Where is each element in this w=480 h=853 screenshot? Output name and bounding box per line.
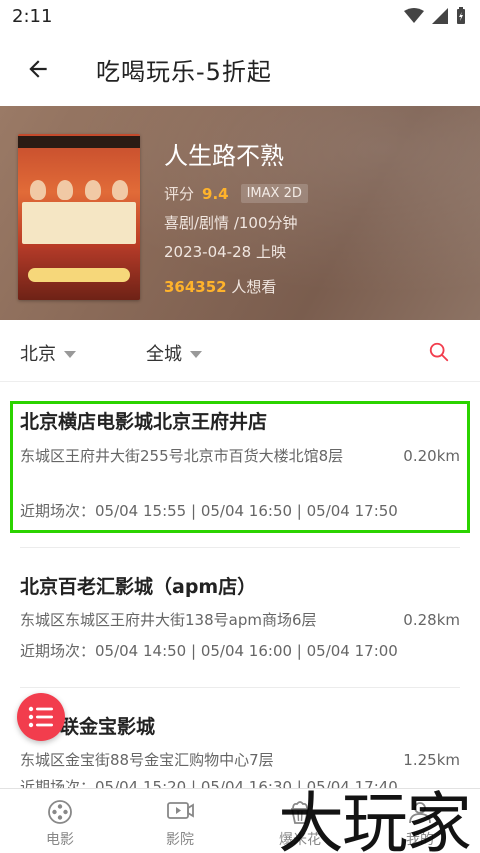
- want-to-see: 364352 人想看: [164, 276, 308, 297]
- nav-label: 我的: [406, 832, 434, 848]
- app-header: 吃喝玩乐-5折起: [0, 32, 480, 106]
- cinema-showtimes: 近期场次：05/04 14:50 | 05/04 16:00 | 05/04 1…: [20, 642, 398, 660]
- status-bar: 2:11: [0, 0, 480, 32]
- wifi-icon: [404, 8, 424, 23]
- nav-label: 爆米花: [279, 832, 321, 848]
- battery-icon: [457, 7, 465, 24]
- movie-info: 人生路不熟 评分 9.4 IMAX 2D 喜剧/剧情 /100分钟 2023-0…: [164, 136, 308, 297]
- cinema-showtimes: 近期场次：05/04 15:55 | 05/04 16:50 | 05/04 1…: [20, 502, 398, 520]
- movie-genre: 喜剧/剧情 /100分钟: [164, 214, 298, 232]
- bottom-nav: 电影 影院 爆米花 我的: [0, 788, 480, 853]
- caret-down-icon: [190, 350, 202, 358]
- signal-icon: [432, 8, 448, 24]
- cinema-distance: 1.25km: [403, 751, 460, 769]
- want-count: 364352: [164, 278, 227, 296]
- movie-release: 2023-04-28 上映: [164, 243, 286, 261]
- movie-score-row: 评分 9.4 IMAX 2D: [164, 183, 308, 204]
- status-icons: [404, 7, 466, 25]
- cinema-address: 东城区王府井大街255号北京市百货大楼北馆8层: [20, 447, 344, 465]
- back-button[interactable]: [14, 45, 62, 93]
- city-label: 北京: [20, 344, 56, 365]
- cinema-distance: 0.20km: [403, 447, 460, 465]
- status-time: 2:11: [12, 5, 53, 27]
- cinema-screen-icon: [167, 802, 194, 819]
- cinema-name: 联金宝影城: [60, 716, 156, 738]
- cinema-name: 北京百老汇影城（apm店）: [20, 576, 257, 598]
- score-value: 9.4: [202, 184, 229, 203]
- score-label: 评分: [164, 185, 195, 203]
- want-label: 人想看: [231, 278, 277, 296]
- popcorn-icon: [290, 801, 310, 824]
- movie-banner[interactable]: 人生路不熟 评分 9.4 IMAX 2D 喜剧/剧情 /100分钟 2023-0…: [0, 106, 480, 320]
- cinema-distance: 0.28km: [403, 611, 460, 629]
- district-dropdown[interactable]: 全城: [146, 340, 202, 366]
- cinema-item[interactable]: 联金宝影城 东城区金宝街88号金宝汇购物中心7层 1.25km 近期场次：05/…: [0, 688, 480, 788]
- movie-poster[interactable]: [18, 134, 140, 300]
- cinema-item[interactable]: 北京横店电影城北京王府井店 东城区王府井大街255号北京市百货大楼北馆8层 0.…: [0, 383, 480, 543]
- search-button[interactable]: [428, 341, 452, 365]
- cinema-showtimes: 近期场次：05/04 15:20 | 05/04 16:30 | 05/04 1…: [20, 778, 398, 788]
- movie-title: 人生路不熟: [164, 142, 284, 170]
- format-tag: IMAX 2D: [240, 184, 308, 203]
- list-menu-icon: [28, 706, 53, 728]
- district-label: 全城: [146, 344, 182, 365]
- nav-label: 电影: [46, 832, 74, 848]
- city-dropdown[interactable]: 北京: [20, 340, 76, 366]
- nav-profile[interactable]: 我的: [360, 789, 480, 853]
- cinema-name: 北京横店电影城北京王府井店: [20, 411, 268, 433]
- caret-down-icon: [64, 350, 76, 358]
- profile-icon: [409, 802, 431, 824]
- page-title: 吃喝玩乐-5折起: [96, 57, 272, 86]
- cinema-item[interactable]: 北京百老汇影城（apm店） 东城区东城区王府井大街138号apm商场6层 0.2…: [0, 548, 480, 686]
- filter-bar: 北京 全城: [0, 320, 480, 382]
- arrow-left-icon: [29, 60, 47, 78]
- nav-label: 影院: [166, 832, 194, 848]
- film-reel-icon: [48, 800, 72, 824]
- search-icon: [429, 342, 449, 362]
- nav-movies[interactable]: 电影: [0, 789, 120, 853]
- nav-cinemas[interactable]: 影院: [120, 789, 240, 853]
- nav-popcorn[interactable]: 爆米花: [240, 789, 360, 853]
- menu-fab-button[interactable]: [17, 693, 65, 741]
- cinema-address: 东城区金宝街88号金宝汇购物中心7层: [20, 751, 274, 769]
- cinema-address: 东城区东城区王府井大街138号apm商场6层: [20, 611, 317, 629]
